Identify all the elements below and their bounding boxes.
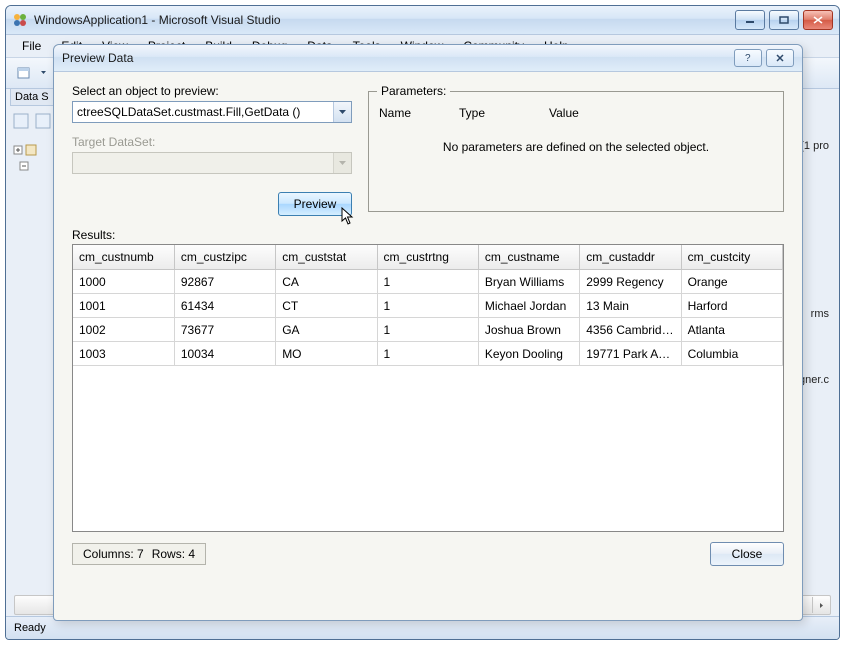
column-header[interactable]: cm_custaddr (580, 245, 681, 270)
results-table: cm_custnumbcm_custzipccm_custstatcm_cust… (73, 245, 783, 366)
column-header[interactable]: cm_custnumb (73, 245, 174, 270)
table-cell: CT (276, 294, 377, 318)
dialog-titlebar[interactable]: Preview Data ? (54, 45, 802, 72)
param-col-value: Value (549, 106, 773, 120)
maximize-icon (779, 16, 789, 24)
summary-rows: Rows: 4 (152, 547, 195, 561)
table-row[interactable]: 100092867CA1Bryan Williams2999 RegencyOr… (73, 270, 783, 294)
menu-file[interactable]: File (14, 37, 49, 55)
minimize-icon (745, 16, 755, 24)
table-row[interactable]: 100310034MO1Keyon Dooling19771 Park Ave.… (73, 342, 783, 366)
status-text: Ready (14, 622, 46, 634)
table-cell: 2999 Regency (580, 270, 681, 294)
table-row[interactable]: 100161434CT1Michael Jordan13 MainHarford (73, 294, 783, 318)
chevron-right-icon (818, 602, 825, 609)
table-cell: MO (276, 342, 377, 366)
table-cell: 10034 (174, 342, 275, 366)
table-cell: Columbia (681, 342, 782, 366)
table-cell: Harford (681, 294, 782, 318)
dialog-title: Preview Data (62, 51, 734, 65)
parameters-header: Name Type Value (377, 104, 775, 122)
table-row[interactable]: 100273677GA1Joshua Brown4356 CambridgeAt… (73, 318, 783, 342)
bg-fragment-2: rms (811, 308, 829, 320)
table-cell: Michael Jordan (478, 294, 579, 318)
column-header[interactable]: cm_custstat (276, 245, 377, 270)
table-cell: 1 (377, 318, 478, 342)
table-cell: Orange (681, 270, 782, 294)
table-cell: 1002 (73, 318, 174, 342)
column-header[interactable]: cm_custzipc (174, 245, 275, 270)
close-icon (813, 16, 823, 24)
vs-titlebar[interactable]: WindowsApplication1 - Microsoft Visual S… (6, 6, 839, 35)
close-icon (775, 53, 785, 63)
select-object-combo[interactable] (72, 101, 352, 123)
parameters-legend: Parameters: (377, 84, 450, 98)
table-cell: 4356 Cambridge (580, 318, 681, 342)
column-header[interactable]: cm_custcity (681, 245, 782, 270)
table-cell: 1 (377, 270, 478, 294)
target-dataset-input (73, 153, 333, 173)
toolbar-new-project-button[interactable] (12, 61, 36, 85)
table-cell: Atlanta (681, 318, 782, 342)
table-cell: Joshua Brown (478, 318, 579, 342)
param-col-type: Type (459, 106, 549, 120)
target-dataset-dropdown (333, 153, 351, 173)
scrollbar-right-arrow[interactable] (812, 597, 829, 613)
table-cell: 1000 (73, 270, 174, 294)
app-icon (12, 12, 28, 28)
parameters-empty-text: No parameters are defined on the selecte… (377, 122, 775, 154)
dialog-close-button[interactable] (766, 49, 794, 67)
table-cell: CA (276, 270, 377, 294)
param-col-name: Name (379, 106, 459, 120)
table-cell: 92867 (174, 270, 275, 294)
table-cell: Keyon Dooling (478, 342, 579, 366)
new-project-icon (16, 65, 32, 81)
chevron-down-icon (338, 109, 347, 115)
table-cell: 1 (377, 294, 478, 318)
dialog-help-button[interactable]: ? (734, 49, 762, 67)
close-button[interactable] (803, 10, 833, 30)
preview-button[interactable]: Preview (278, 192, 352, 216)
select-object-label: Select an object to preview: (72, 84, 352, 98)
table-cell: 61434 (174, 294, 275, 318)
preview-data-dialog: Preview Data ? Select an object to previ… (53, 44, 803, 621)
chevron-down-icon (338, 160, 347, 166)
table-cell: 73677 (174, 318, 275, 342)
svg-text:?: ? (745, 53, 751, 63)
close-button[interactable]: Close (710, 542, 784, 566)
column-header[interactable]: cm_custrtng (377, 245, 478, 270)
table-cell: 19771 Park Ave... (580, 342, 681, 366)
results-summary: Columns: 7 Rows: 4 (72, 543, 206, 565)
target-dataset-combo (72, 152, 352, 174)
summary-columns: Columns: 7 (83, 547, 144, 561)
minimize-button[interactable] (735, 10, 765, 30)
maximize-button[interactable] (769, 10, 799, 30)
parameters-fieldset: Parameters: Name Type Value No parameter… (368, 84, 784, 212)
help-icon: ? (743, 53, 753, 63)
dropdown-arrow-icon[interactable] (40, 65, 47, 81)
select-object-dropdown[interactable] (333, 102, 351, 122)
app-title: WindowsApplication1 - Microsoft Visual S… (34, 13, 735, 27)
table-cell: GA (276, 318, 377, 342)
select-object-input[interactable] (73, 102, 333, 122)
table-cell: 1003 (73, 342, 174, 366)
column-header[interactable]: cm_custname (478, 245, 579, 270)
table-cell: 1 (377, 342, 478, 366)
table-cell: Bryan Williams (478, 270, 579, 294)
table-cell: 13 Main (580, 294, 681, 318)
results-grid[interactable]: cm_custnumbcm_custzipccm_custstatcm_cust… (72, 244, 784, 532)
table-cell: 1001 (73, 294, 174, 318)
results-label: Results: (72, 228, 784, 242)
target-dataset-label: Target DataSet: (72, 135, 352, 149)
